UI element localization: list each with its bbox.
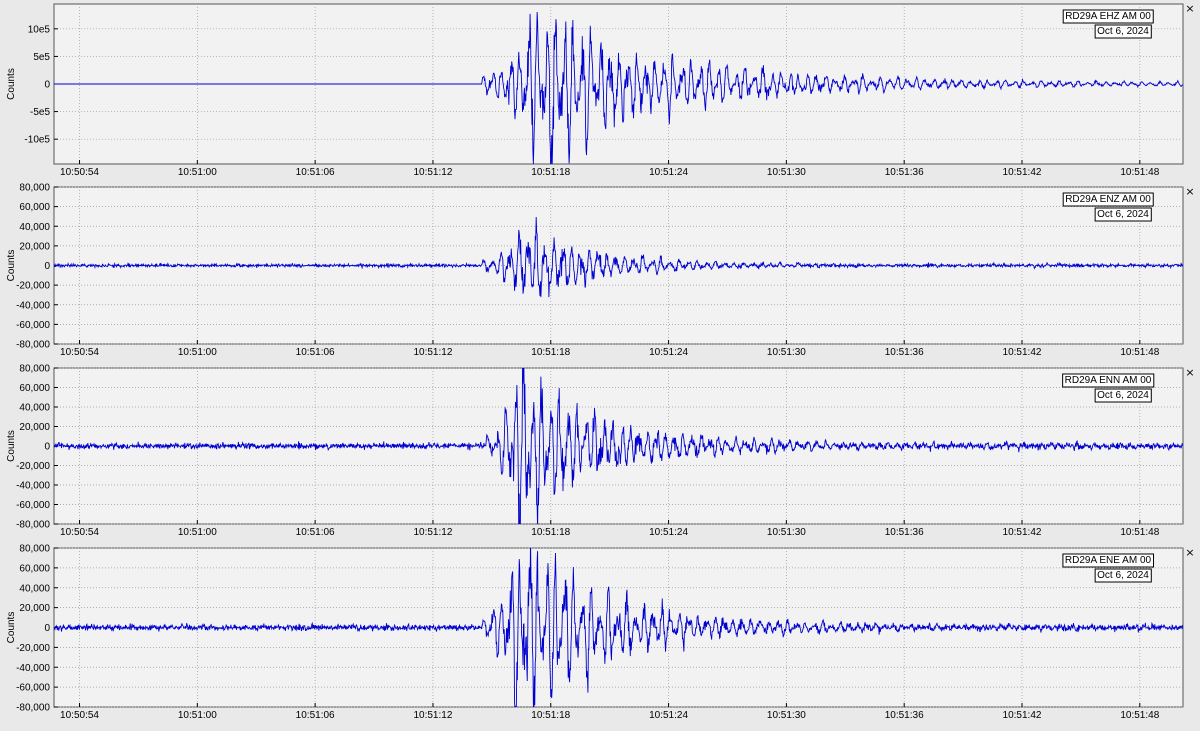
y-tick-label: -5e5 xyxy=(30,107,50,118)
x-tick-label: 10:51:18 xyxy=(531,527,570,538)
y-tick-label: 60,000 xyxy=(19,563,50,574)
x-tick-label: 10:51:12 xyxy=(413,167,452,178)
y-tick-label: 80,000 xyxy=(19,364,50,375)
x-tick-label: 10:51:06 xyxy=(296,167,335,178)
x-tick-label: 10:51:42 xyxy=(1003,710,1042,721)
y-tick-label: 20,000 xyxy=(19,603,50,614)
seismogram-viewer: 10e5 5e5 0 -5e5 -10e5 10:50:54 10:51:00 10:51:0… xyxy=(0,0,1200,731)
y-axis-label: Counts xyxy=(6,430,17,462)
y-tick-label: -40,000 xyxy=(16,663,50,674)
close-panel-icon[interactable]: × xyxy=(1185,546,1194,559)
x-tick-label: 10:51:06 xyxy=(296,710,335,721)
date-label: Oct 6, 2024 xyxy=(1097,390,1149,401)
y-axis-label: Counts xyxy=(6,250,17,282)
x-tick-label: 10:51:48 xyxy=(1120,710,1159,721)
x-tick-label: 10:51:18 xyxy=(531,710,570,721)
x-tick-label: 10:50:54 xyxy=(60,347,99,358)
x-tick-label: 10:51:48 xyxy=(1120,347,1159,358)
close-panel-icon[interactable]: × xyxy=(1185,2,1194,15)
x-tick-label: 10:51:30 xyxy=(767,710,806,721)
y-tick-label: -10e5 xyxy=(24,135,50,146)
x-tick-label: 10:50:54 xyxy=(60,710,99,721)
y-tick-label: -20,000 xyxy=(16,461,50,472)
y-tick-label: -20,000 xyxy=(16,281,50,292)
x-tick-label: 10:51:36 xyxy=(885,347,924,358)
y-tick-label: 0 xyxy=(44,80,50,91)
y-tick-label: 5e5 xyxy=(33,52,50,63)
x-tick-label: 10:51:18 xyxy=(531,347,570,358)
trace-panel-enn: 80,000 60,000 40,000 20,000 0 -20,000 -40,000 -… xyxy=(6,364,1195,539)
x-tick-label: 10:51:00 xyxy=(178,527,217,538)
seismogram-figure: 10e5 5e5 0 -5e5 -10e5 10:50:54 10:51:00 10:51:0… xyxy=(6,2,1195,722)
y-axis-label: Counts xyxy=(6,612,17,644)
x-tick-label: 10:51:42 xyxy=(1003,167,1042,178)
x-tick-label: 10:51:24 xyxy=(649,527,688,538)
x-tick-label: 10:51:24 xyxy=(649,710,688,721)
x-tick-label: 10:51:48 xyxy=(1120,167,1159,178)
x-tick-label: 10:51:12 xyxy=(413,710,452,721)
y-tick-label: 80,000 xyxy=(19,183,50,194)
y-tick-label: -40,000 xyxy=(16,300,50,311)
y-tick-label: 20,000 xyxy=(19,422,50,433)
y-tick-label: 40,000 xyxy=(19,222,50,233)
x-tick-label: 10:51:36 xyxy=(885,527,924,538)
x-tick-label: 10:51:00 xyxy=(178,347,217,358)
x-tick-label: 10:51:06 xyxy=(296,347,335,358)
x-tick-label: 10:51:42 xyxy=(1003,527,1042,538)
y-tick-label: -80,000 xyxy=(16,703,50,714)
station-channel-label: RD29A ENN AM 00 xyxy=(1065,375,1152,386)
x-tick-label: 10:51:24 xyxy=(649,347,688,358)
close-panel-icon[interactable]: × xyxy=(1185,185,1194,198)
y-axis-label: Counts xyxy=(6,68,17,100)
y-tick-label: -40,000 xyxy=(16,481,50,492)
y-tick-label: 60,000 xyxy=(19,383,50,394)
x-tick-label: 10:51:48 xyxy=(1120,527,1159,538)
station-channel-label: RD29A EHZ AM 00 xyxy=(1065,11,1151,22)
x-tick-label: 10:51:24 xyxy=(649,167,688,178)
y-tick-label: 80,000 xyxy=(19,544,50,555)
x-tick-label: 10:51:42 xyxy=(1003,347,1042,358)
y-tick-label: 60,000 xyxy=(19,202,50,213)
y-tick-label: -80,000 xyxy=(16,520,50,531)
trace-panel-ene: 80,000 60,000 40,000 20,000 0 -20,000 -40,000 -… xyxy=(6,544,1195,722)
trace-panel-enz: 80,000 60,000 40,000 20,000 0 -20,000 -40,000 -… xyxy=(6,183,1195,359)
y-tick-label: -60,000 xyxy=(16,500,50,511)
x-tick-label: 10:51:06 xyxy=(296,527,335,538)
x-tick-label: 10:51:36 xyxy=(885,167,924,178)
y-tick-label: 40,000 xyxy=(19,583,50,594)
x-tick-label: 10:51:00 xyxy=(178,710,217,721)
station-channel-label: RD29A ENE AM 00 xyxy=(1065,555,1152,566)
x-tick-label: 10:51:18 xyxy=(531,167,570,178)
y-tick-label: 0 xyxy=(44,623,50,634)
x-tick-label: 10:51:00 xyxy=(178,167,217,178)
y-tick-label: 40,000 xyxy=(19,403,50,414)
y-tick-label: -80,000 xyxy=(16,340,50,351)
y-tick-label: -20,000 xyxy=(16,643,50,654)
trace-panel-ehz: 10e5 5e5 0 -5e5 -10e5 10:50:54 10:51:00 10:51:0… xyxy=(6,2,1195,178)
station-channel-label: RD29A ENZ AM 00 xyxy=(1065,194,1151,205)
x-tick-label: 10:50:54 xyxy=(60,167,99,178)
x-tick-label: 10:51:30 xyxy=(767,167,806,178)
x-tick-label: 10:50:54 xyxy=(60,527,99,538)
date-label: Oct 6, 2024 xyxy=(1097,26,1149,37)
y-tick-label: 0 xyxy=(44,442,50,453)
date-label: Oct 6, 2024 xyxy=(1097,570,1149,581)
date-label: Oct 6, 2024 xyxy=(1097,209,1149,220)
x-tick-label: 10:51:12 xyxy=(413,347,452,358)
x-tick-label: 10:51:12 xyxy=(413,527,452,538)
y-tick-label: -60,000 xyxy=(16,683,50,694)
x-tick-label: 10:51:30 xyxy=(767,347,806,358)
close-panel-icon[interactable]: × xyxy=(1185,366,1194,379)
y-tick-label: 10e5 xyxy=(28,24,51,35)
y-tick-label: 20,000 xyxy=(19,241,50,252)
y-tick-label: 0 xyxy=(44,261,50,272)
x-tick-label: 10:51:30 xyxy=(767,527,806,538)
x-tick-label: 10:51:36 xyxy=(885,710,924,721)
y-tick-label: -60,000 xyxy=(16,320,50,331)
